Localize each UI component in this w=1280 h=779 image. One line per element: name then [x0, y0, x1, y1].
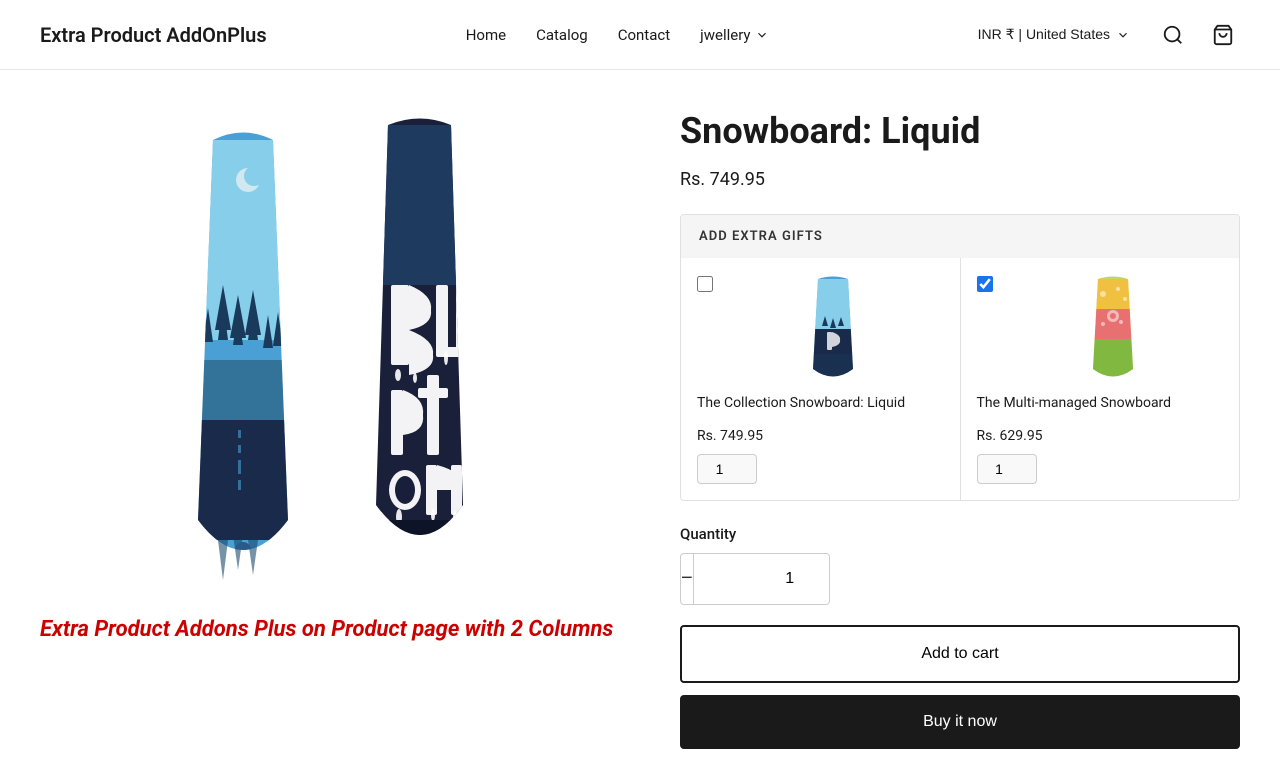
- product-details: Snowboard: Liquid Rs. 749.95 ADD EXTRA G…: [680, 100, 1240, 749]
- nav-jwellery-label: jwellery: [700, 26, 750, 44]
- quantity-control: − +: [680, 553, 830, 605]
- quantity-decrement[interactable]: −: [681, 554, 693, 604]
- buy-now-button[interactable]: Buy it now: [680, 695, 1240, 749]
- quantity-input[interactable]: [693, 554, 830, 604]
- quantity-label: Quantity: [680, 525, 1240, 543]
- board-1: [163, 120, 323, 580]
- currency-label: INR ₹ | United States: [978, 26, 1110, 43]
- gift-2-qty[interactable]: [977, 454, 1037, 484]
- extra-gifts-header: ADD EXTRA GIFTS: [681, 215, 1239, 258]
- extra-gifts-section: ADD EXTRA GIFTS: [680, 214, 1240, 501]
- search-icon: [1162, 24, 1184, 46]
- gift-image-2: [1003, 274, 1224, 384]
- gift-checkbox-1[interactable]: [697, 276, 713, 292]
- currency-selector[interactable]: INR ₹ | United States: [968, 20, 1140, 49]
- cart-icon: [1212, 24, 1234, 46]
- add-to-cart-button[interactable]: Add to cart: [680, 625, 1240, 683]
- search-button[interactable]: [1156, 18, 1190, 52]
- header-actions: INR ₹ | United States: [968, 18, 1240, 52]
- snowboard-right-svg: [343, 110, 498, 580]
- gift-2-price: Rs. 629.95: [977, 428, 1043, 444]
- gift-2-image-svg: [1083, 274, 1143, 384]
- product-images: Extra Product Addons Plus on Product pag…: [40, 100, 620, 749]
- gift-card-2: The Multi-managed Snowboard Rs. 629.95: [961, 258, 1240, 500]
- gift-1-name: The Collection Snowboard: Liquid: [697, 394, 905, 414]
- gift-1-image-svg: [803, 274, 863, 384]
- nav-jwellery-dropdown[interactable]: jwellery: [700, 26, 768, 44]
- gift-image-1: [723, 274, 944, 384]
- nav-home[interactable]: Home: [466, 26, 506, 44]
- site-header: Extra Product AddOnPlus Home Catalog Con…: [0, 0, 1280, 70]
- gift-1-price: Rs. 749.95: [697, 428, 763, 444]
- snowboard-left-svg: [163, 120, 323, 580]
- gift-card-2-top: [977, 274, 1224, 384]
- gift-2-name: The Multi-managed Snowboard: [977, 394, 1172, 414]
- cart-button[interactable]: [1206, 18, 1240, 52]
- snowboard-display: [40, 100, 620, 590]
- extra-gifts-grid: The Collection Snowboard: Liquid Rs. 749…: [681, 258, 1239, 500]
- main-nav: Home Catalog Contact jwellery: [466, 26, 769, 44]
- nav-catalog[interactable]: Catalog: [536, 26, 588, 44]
- gift-1-qty[interactable]: [697, 454, 757, 484]
- chevron-down-icon: [1116, 28, 1130, 42]
- gift-checkbox-2[interactable]: [977, 276, 993, 292]
- promo-text: Extra Product Addons Plus on Product pag…: [40, 616, 620, 645]
- site-logo[interactable]: Extra Product AddOnPlus: [40, 23, 267, 47]
- product-title: Snowboard: Liquid: [680, 110, 1240, 153]
- board-2: [343, 110, 498, 580]
- chevron-down-icon: [755, 28, 769, 42]
- product-price: Rs. 749.95: [680, 169, 1240, 190]
- nav-contact[interactable]: Contact: [618, 26, 670, 44]
- gift-card-1-top: [697, 274, 944, 384]
- main-content: Extra Product Addons Plus on Product pag…: [0, 70, 1280, 779]
- gift-card-1: The Collection Snowboard: Liquid Rs. 749…: [681, 258, 961, 500]
